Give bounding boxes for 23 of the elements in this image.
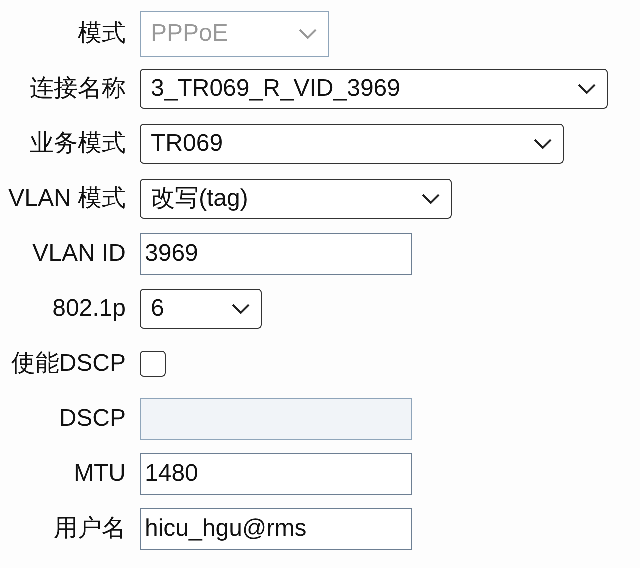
chevron-down-icon <box>298 28 318 40</box>
chevron-down-icon <box>421 192 441 204</box>
dropdown[interactable]: 改写(tag) <box>140 178 452 218</box>
input-field[interactable]: 3969 <box>140 232 412 274</box>
field-label: 802.1p <box>52 294 127 324</box>
chevron-down-icon <box>231 302 251 314</box>
field-label: 用户名 <box>53 514 127 544</box>
field-label: 模式 <box>77 18 127 48</box>
dropdown[interactable]: TR069 <box>140 124 564 164</box>
dropdown[interactable]: 3_TR069_R_VID_3969 <box>140 68 608 108</box>
field-label: 连接名称 <box>29 74 127 104</box>
dropdown[interactable]: 6 <box>140 288 262 328</box>
field-label: VLAN ID <box>32 238 127 268</box>
input-field[interactable]: 1480 <box>140 452 412 494</box>
input-field[interactable]: hicu_hgu@rms <box>140 508 412 550</box>
field-label: 使能DSCP <box>10 348 127 378</box>
field-label: DSCP <box>58 404 127 434</box>
field-label: 业务模式 <box>29 128 127 158</box>
checkbox[interactable] <box>140 350 166 376</box>
chevron-down-icon <box>533 138 553 150</box>
field-label: VLAN 模式 <box>8 184 127 214</box>
field-label: MTU <box>73 458 127 488</box>
chevron-down-icon <box>577 82 597 94</box>
